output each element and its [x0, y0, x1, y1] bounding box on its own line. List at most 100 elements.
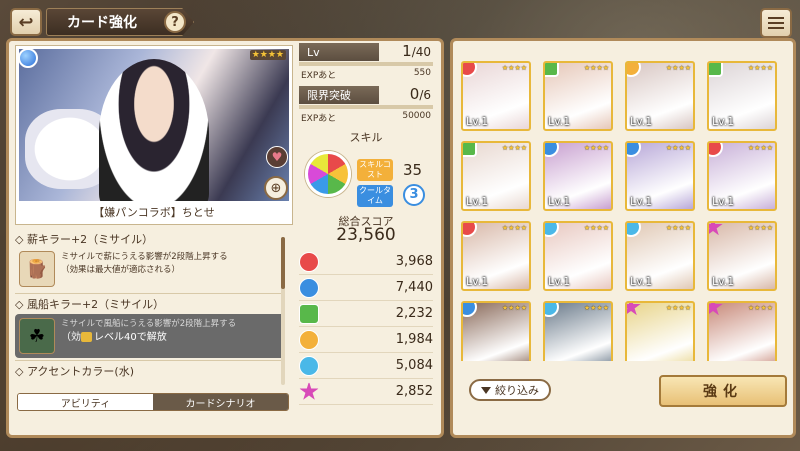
material-card[interactable]: ★★★★ — [543, 301, 613, 361]
rarity-stars: ★★★★ — [249, 50, 286, 60]
unlock-condition: レベル40で解放 — [94, 332, 167, 343]
limit-label-text: 限界突破 — [307, 89, 351, 102]
rarity-stars: ★★★★ — [665, 144, 691, 152]
back-button[interactable]: ↩ — [10, 8, 42, 36]
ability-title-2: ◇ 風船キラー+2（ミサイル） — [15, 298, 165, 311]
element-icon — [463, 63, 477, 77]
score-row: 2,232 — [299, 301, 433, 327]
material-card[interactable]: ★★★★ Lv.1 — [461, 141, 531, 211]
material-card[interactable]: ★★★★ Lv.1 — [707, 221, 777, 291]
card-level: Lv.1 — [712, 275, 735, 288]
score-row: 7,440 — [299, 275, 433, 301]
tab-ability[interactable]: アビリティ — [18, 394, 153, 410]
lock-line: （効 レベル40で解放 — [61, 331, 236, 344]
firewood-icon: 🪵 — [19, 251, 55, 287]
rarity-stars: ★★★★ — [747, 304, 773, 312]
back-icon: ↩ — [18, 11, 34, 33]
material-card[interactable]: ★★★★ Lv.1 — [625, 221, 695, 291]
rarity-stars: ★★★★ — [583, 304, 609, 312]
ability-desc-1-line2: （効果は最大値が適応される） — [61, 265, 181, 275]
material-card[interactable]: ★★★★ — [461, 301, 531, 361]
score-row: 2,852 — [299, 379, 433, 405]
zoom-button[interactable]: ⊕ — [264, 176, 288, 200]
score-value: 2,852 — [395, 384, 433, 399]
rarity-stars: ★★★★ — [747, 64, 773, 72]
element-icon — [709, 63, 723, 77]
card-level: Lv.1 — [630, 195, 653, 208]
ability-title-3: ◇ アクセントカラー(水) — [15, 365, 134, 378]
material-card-grid: ★★★★ Lv.1 ★★★★ Lv.1 ★★★★ Lv.1 ★★★★ Lv.1 ★★★★ Lv.1… — [461, 61, 789, 361]
rarity-stars: ★★★★ — [747, 144, 773, 152]
exp-bar — [299, 62, 433, 66]
card-level: Lv.1 — [466, 115, 489, 128]
menu-icon-line — [768, 27, 784, 29]
ability-desc-2-line2: （効 — [61, 332, 81, 343]
exp-value: 550 — [413, 68, 431, 78]
lv-max: /40 — [411, 45, 431, 59]
ability-item-2: ☘ ミサイルで風船にうえる影響が2段階上昇する （効 レベル40で解放 — [15, 314, 285, 358]
divider — [15, 360, 285, 361]
ability-desc-1-line1: ミサイルで薪にうえる影響が2段階上昇する — [61, 252, 228, 262]
score-row: 5,084 — [299, 353, 433, 379]
limit-exp-bar — [299, 105, 433, 109]
filter-button[interactable]: 絞り込み — [469, 379, 551, 401]
material-card[interactable]: ★★★★ Lv.1 — [707, 61, 777, 131]
material-card[interactable]: ★★★★ Lv.1 — [461, 221, 531, 291]
score-value: 1,984 — [395, 332, 433, 347]
material-card[interactable]: ★★★★ Lv.1 — [625, 61, 695, 131]
score-value: 7,440 — [395, 280, 433, 295]
scrollbar-thumb[interactable] — [281, 237, 285, 289]
element-icon — [709, 143, 723, 157]
element-orb-icon — [299, 381, 319, 400]
ability-desc-2-line1: ミサイルで風船にうえる影響が2段階上昇する — [61, 319, 237, 329]
help-button[interactable]: ? — [164, 11, 186, 33]
lv-current: 1 — [402, 42, 412, 60]
element-icon — [627, 63, 641, 77]
rarity-stars: ★★★★ — [583, 144, 609, 152]
element-icon — [709, 223, 723, 236]
element-orb-icon — [299, 277, 319, 298]
material-card[interactable]: ★★★★ Lv.1 — [461, 61, 531, 131]
element-icon — [627, 143, 641, 157]
element-orb-icon — [299, 329, 319, 350]
water-element-icon — [18, 48, 38, 68]
skill-icon[interactable] — [305, 151, 351, 197]
rarity-stars: ★★★★ — [665, 304, 691, 312]
material-card[interactable]: ★★★★ Lv.1 — [543, 141, 613, 211]
card-level: Lv.1 — [548, 195, 571, 208]
skill-cost-value: 35 — [403, 161, 423, 179]
zoom-icon: ⊕ — [270, 180, 282, 196]
favorite-button[interactable]: ♥ — [266, 146, 288, 168]
score-value: 2,232 — [395, 306, 433, 321]
material-card[interactable]: ★★★★ — [625, 301, 695, 361]
material-card[interactable]: ★★★★ Lv.1 — [625, 141, 695, 211]
element-icon — [627, 223, 641, 237]
material-card-panel: ★★★★ Lv.1 ★★★★ Lv.1 ★★★★ Lv.1 ★★★★ Lv.1 ★★★★ Lv.1… — [450, 38, 796, 438]
card-level: Lv.1 — [466, 195, 489, 208]
element-orb-icon — [299, 251, 319, 272]
material-card[interactable]: ★★★★ Lv.1 — [707, 141, 777, 211]
limit-max: /6 — [419, 88, 431, 102]
exp2-row: EXPあと 50000 — [299, 110, 433, 125]
clover-icon: ☘ — [19, 318, 55, 354]
ability-scrollbar[interactable] — [281, 237, 285, 385]
material-card[interactable]: ★★★★ Lv.1 — [543, 221, 613, 291]
tab-card-scenario[interactable]: カードシナリオ — [153, 394, 288, 410]
card-art — [19, 49, 289, 201]
cooltime-value: 3 — [403, 184, 425, 206]
ability-item-1: 🪵 ミサイルで薪にうえる影響が2段階上昇する （効果は最大値が適応される） — [15, 249, 285, 291]
card-level: Lv.1 — [548, 275, 571, 288]
lv-label: Lv — [299, 43, 380, 61]
filter-label: 絞り込み — [495, 384, 539, 397]
material-card[interactable]: ★★★★ — [707, 301, 777, 361]
score-value: 3,968 — [395, 254, 433, 269]
skill-title: スキル — [349, 131, 383, 144]
enhance-button[interactable]: 強化 — [659, 375, 787, 407]
menu-button[interactable] — [760, 8, 792, 38]
material-card[interactable]: ★★★★ Lv.1 — [543, 61, 613, 131]
rarity-stars: ★★★★ — [501, 144, 527, 152]
card-level: Lv.1 — [548, 115, 571, 128]
lv-label-text: Lv — [307, 45, 320, 59]
ability-desc-1: ミサイルで薪にうえる影響が2段階上昇する （効果は最大値が適応される） — [61, 251, 228, 287]
rarity-stars: ★★★★ — [583, 64, 609, 72]
